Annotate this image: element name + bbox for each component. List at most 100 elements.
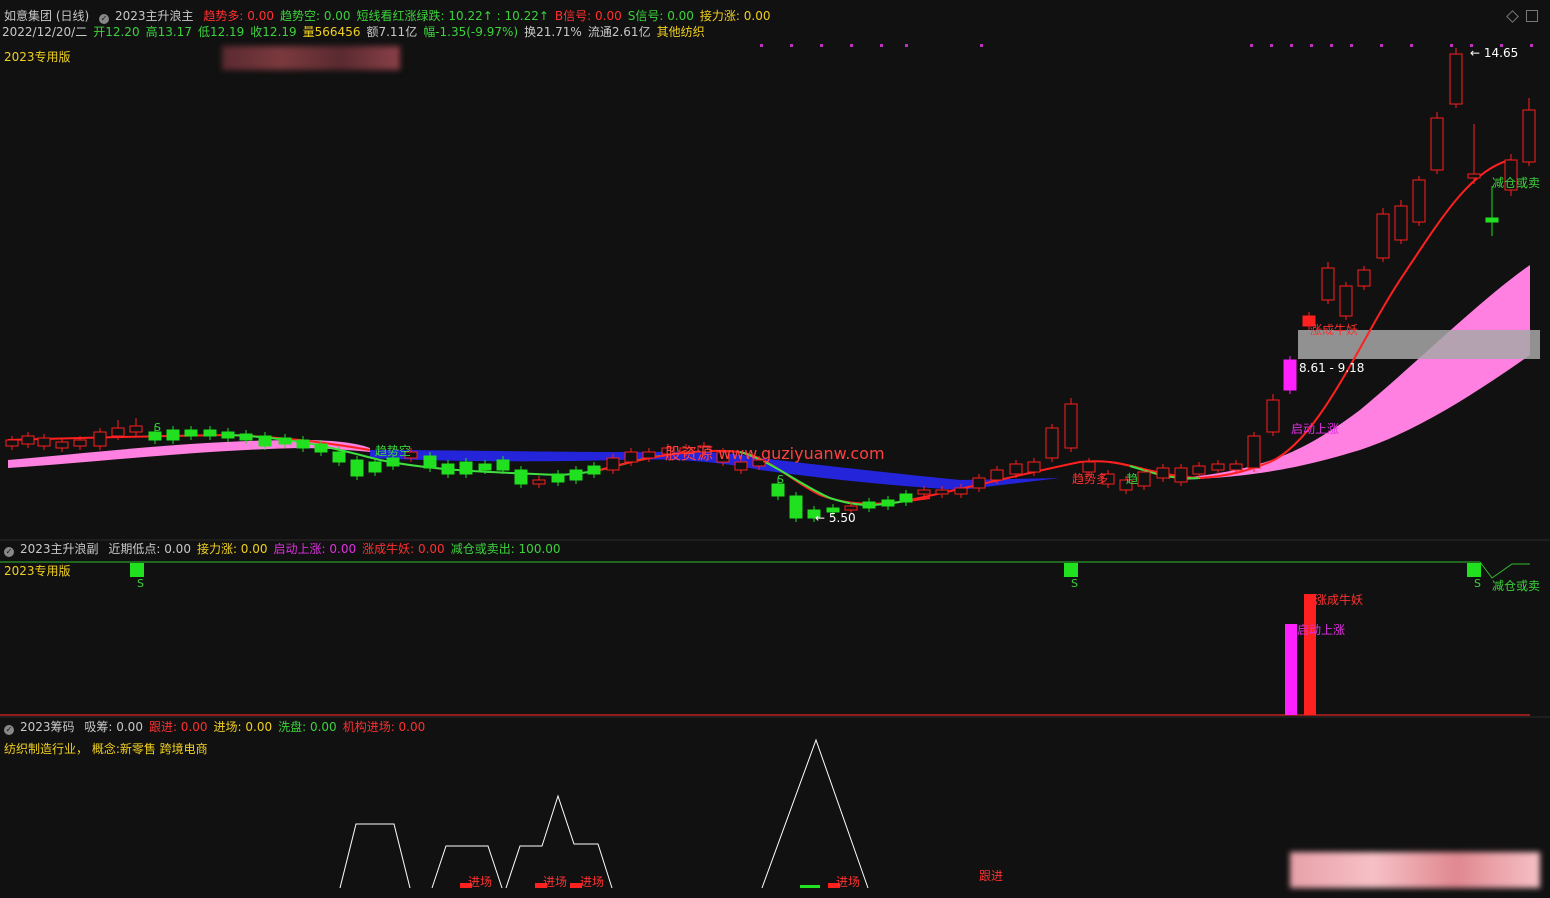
monster-label: 涨成牛妖 — [1310, 323, 1359, 337]
trend-long-label: 趋势多 — [1072, 472, 1109, 486]
main-param-2: 短线看红涨绿跌: 10.22↑ : 10.22↑ — [356, 9, 549, 23]
sub1-params: 近期低点: 0.00 接力涨: 0.00 启动上涨: 0.00 涨成牛妖: 0.00 减… — [108, 542, 566, 556]
candle-body-48 — [881, 499, 895, 507]
info-param-7: 幅-1.35(-9.97%) — [423, 25, 519, 39]
top-dot-6 — [980, 44, 983, 47]
info-param-4: 收12.19 — [250, 25, 297, 39]
high-price-label: ← 14.65 — [1470, 46, 1519, 60]
candle-body-15 — [278, 437, 292, 445]
candle-body-47 — [862, 501, 876, 509]
sub2-param-2: 进场: 0.00 — [213, 720, 273, 734]
sub1-s-mark-1: S — [137, 577, 144, 590]
candle-body-75 — [1376, 213, 1390, 259]
candle-body-28 — [514, 469, 528, 485]
candle-body-26 — [478, 463, 492, 471]
top-dot-14 — [1410, 44, 1413, 47]
sub1-param-2: 启动上涨: 0.00 — [273, 542, 357, 556]
sub1-s-block-0 — [130, 563, 144, 577]
top-dot-5 — [905, 44, 908, 47]
candle-body-29 — [532, 479, 546, 485]
sub2-toggle-icon[interactable]: ✓ — [4, 725, 14, 735]
sub1-param-1: 接力涨: 0.00 — [196, 542, 268, 556]
candle-body-17 — [314, 443, 328, 453]
sub2-indicator-name[interactable]: 2023筹码 — [20, 720, 75, 734]
main-param-5: 接力涨: 0.00 — [699, 9, 771, 23]
main-indicator-name[interactable]: 2023主升浪主 — [115, 9, 194, 23]
candle-body-83 — [1522, 109, 1536, 163]
candle-body-0 — [5, 439, 19, 447]
candle-body-30 — [551, 473, 565, 483]
industry-concept: 纺织制造行业， 概念:新零售 跨境电商 — [4, 742, 208, 756]
maximize-icon[interactable] — [1526, 10, 1538, 22]
start-rise-label: 启动上涨 — [1291, 422, 1340, 436]
chip-curve — [339, 738, 869, 889]
sub1-toggle-icon[interactable]: ✓ — [4, 547, 14, 557]
sub1-version-tag: 2023专用版 — [4, 564, 71, 578]
info-param-2: 高13.17 — [145, 25, 192, 39]
candle-body-33 — [606, 457, 620, 471]
sub1-s-mark-2: S — [1071, 577, 1078, 590]
main-header: 如意集团 (日线) ✓ 2023主升浪主 趋势多: 0.00 趋势空: 0.00 短线… — [4, 8, 783, 24]
info-param-5: 量566456 — [302, 25, 361, 39]
version-tag: 2023专用版 — [4, 50, 71, 64]
candle-body-24 — [441, 463, 455, 475]
candle-body-25 — [459, 461, 473, 475]
candle-body-65 — [1192, 465, 1206, 475]
sub1-s-block-2 — [1467, 563, 1481, 577]
candle-body-81 — [1485, 217, 1499, 223]
sub1-monster-bar — [1304, 594, 1316, 715]
candle-body-7 — [129, 425, 143, 433]
high-value: 14.65 — [1483, 46, 1519, 60]
trend-mix-label: 趋 — [1126, 472, 1139, 486]
blurred-region-2 — [1290, 852, 1540, 888]
sub1-header: ✓ 2023主升浪副 近期低点: 0.00 接力涨: 0.00 启动上涨: 0.00 涨… — [4, 541, 573, 557]
main-param-0: 趋势多: 0.00 — [203, 9, 274, 23]
top-dot-12 — [1350, 44, 1353, 47]
top-dot-0 — [760, 44, 763, 47]
top-dot-7 — [1250, 44, 1253, 47]
sub1-line-tail — [1479, 561, 1530, 579]
candle-body-6 — [111, 427, 125, 437]
sub1-indicator-name[interactable]: 2023主升浪副 — [20, 542, 99, 556]
low-price-label: ← 5.50 — [815, 511, 856, 525]
candle-body-73 — [1339, 285, 1353, 317]
candle-body-49 — [899, 493, 913, 503]
candle-body-16 — [296, 439, 310, 449]
candle-body-67 — [1229, 463, 1243, 471]
candle-body-13 — [239, 433, 253, 441]
candle-body-79 — [1449, 53, 1463, 105]
sub2-param-1: 跟进: 0.00 — [148, 720, 208, 734]
candle-body-78 — [1430, 117, 1444, 171]
candle-body-4 — [73, 439, 87, 447]
enter-label-2: 进场 — [543, 875, 568, 889]
chip-wash-block — [800, 885, 820, 888]
info-param-9: 流通2.61亿 — [587, 25, 651, 39]
candle-body-9 — [166, 429, 180, 441]
s-mark-main: S — [154, 421, 161, 434]
candle-body-68 — [1247, 435, 1261, 469]
top-dot-3 — [850, 44, 853, 47]
candle-body-57 — [1045, 427, 1059, 459]
candle-body-52 — [954, 487, 968, 495]
candle-body-3 — [55, 441, 69, 449]
candle-body-62 — [1137, 471, 1151, 487]
info-param-6: 额7.11亿 — [366, 25, 418, 39]
sub1-start-bar — [1285, 624, 1297, 715]
indicator-toggle-icon[interactable]: ✓ — [99, 14, 110, 24]
stock-title: 如意集团 (日线) — [4, 9, 90, 23]
blurred-region — [222, 46, 400, 70]
candle-body-46 — [844, 505, 858, 511]
main-params: 趋势多: 0.00 趋势空: 0.00 短线看红涨绿跌: 10.22↑ : 10.2… — [203, 9, 776, 23]
candle-body-76 — [1394, 205, 1408, 241]
top-dot-15 — [1450, 44, 1453, 47]
candle-body-18 — [332, 451, 346, 463]
sub1-param-3: 涨成牛妖: 0.00 — [362, 542, 445, 556]
candle-body-55 — [1009, 463, 1023, 475]
candle-body-50 — [917, 489, 931, 495]
candle-body-74 — [1357, 269, 1371, 287]
candle-body-69 — [1266, 399, 1280, 433]
sub2-params: 吸筹: 0.00 跟进: 0.00 进场: 0.00 洗盘: 0.00 机构进场: 0.… — [84, 720, 431, 734]
enter-label-1: 进场 — [468, 875, 493, 889]
sub1-param-4: 减仓或卖出: 100.00 — [450, 542, 561, 556]
sub1-s-block-1 — [1064, 563, 1078, 577]
